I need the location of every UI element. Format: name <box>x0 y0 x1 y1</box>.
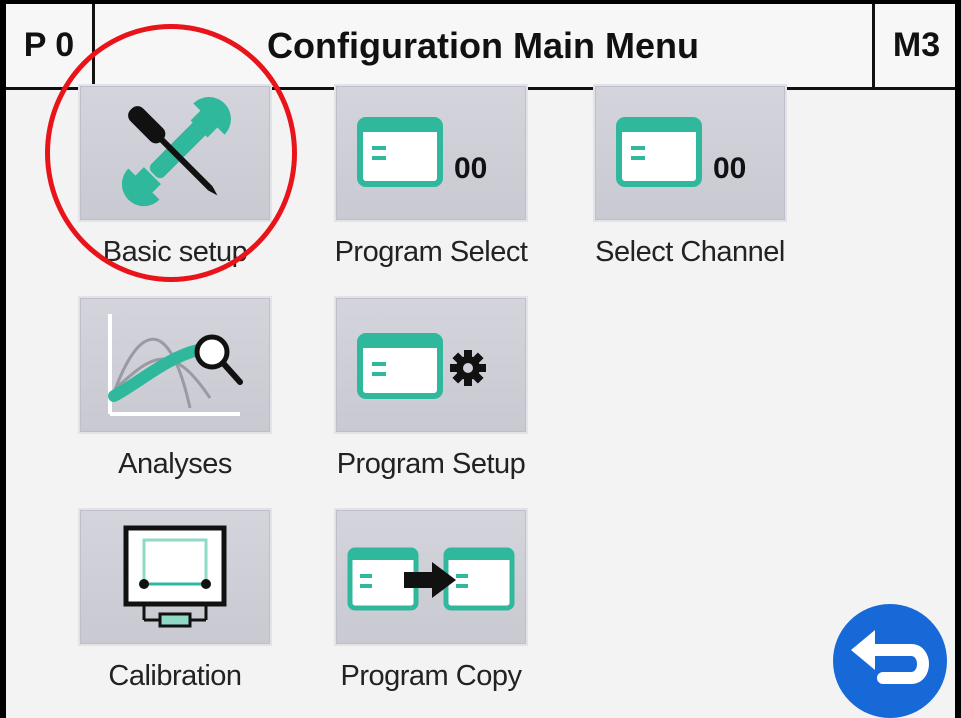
calibration-button[interactable]: Calibration <box>77 508 273 693</box>
program-copy-button[interactable]: Program Copy <box>333 508 529 693</box>
analyses-tile[interactable] <box>78 296 272 434</box>
select-channel-label: Select Channel <box>595 236 785 268</box>
program-select-button[interactable]: 00 Program Select <box>333 84 529 269</box>
select-channel-button[interactable]: 00 Select Channel <box>592 84 788 269</box>
select-channel-tile[interactable]: 00 <box>593 84 787 222</box>
program-setup-tile[interactable] <box>334 296 528 434</box>
analysis-graph-icon <box>108 314 243 416</box>
calibration-board-icon <box>123 525 227 628</box>
program-setup-button[interactable]: Program Setup <box>333 296 529 481</box>
back-button[interactable] <box>831 602 949 718</box>
basic-setup-tile[interactable] <box>78 84 272 222</box>
channel-number-value: 00 <box>713 152 747 185</box>
basic-setup-button[interactable]: Basic setup <box>77 84 273 269</box>
program-indicator: P 0 <box>6 4 95 87</box>
program-select-tile[interactable]: 00 <box>334 84 528 222</box>
basic-setup-label: Basic setup <box>102 236 248 268</box>
program-select-label: Program Select <box>334 236 528 268</box>
wrench-screwdriver-icon <box>121 97 231 207</box>
calibration-tile[interactable] <box>78 508 272 646</box>
program-copy-icon <box>347 547 515 611</box>
page-title: Configuration Main Menu <box>267 24 699 66</box>
program-gear-icon <box>357 333 486 399</box>
program-copy-tile[interactable] <box>334 508 528 646</box>
program-copy-label: Program Copy <box>340 660 522 692</box>
program-window-icon <box>357 117 443 187</box>
channel-window-icon <box>616 117 702 187</box>
calibration-label: Calibration <box>108 660 242 692</box>
back-arrow-icon <box>833 604 947 718</box>
program-number-value: 00 <box>454 152 488 185</box>
screen: P 0 Configuration Main Menu M3 Basic set… <box>6 4 955 718</box>
analyses-label: Analyses <box>118 448 232 480</box>
menu-level-indicator: M3 <box>872 4 955 87</box>
header-bar: P 0 Configuration Main Menu M3 <box>6 4 955 90</box>
program-setup-label: Program Setup <box>336 448 526 480</box>
analyses-button[interactable]: Analyses <box>77 296 273 481</box>
